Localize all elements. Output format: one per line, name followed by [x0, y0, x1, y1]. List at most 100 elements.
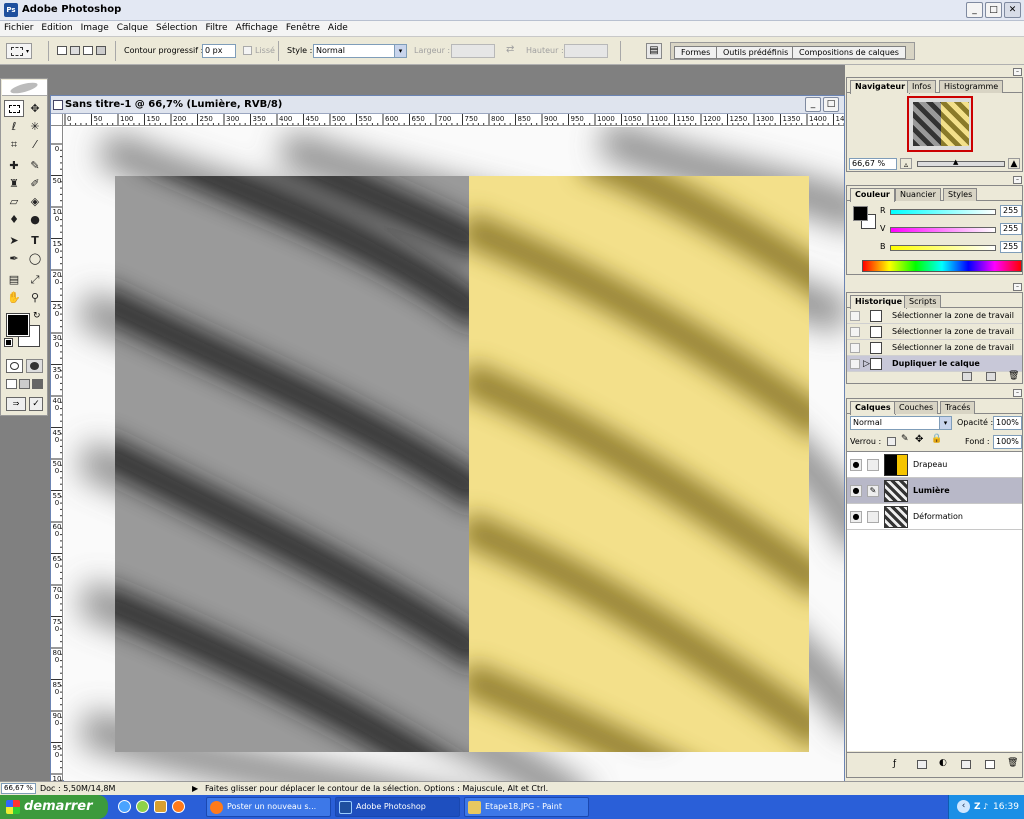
crop-tool-icon[interactable]: ⌗	[4, 136, 24, 153]
menu-fenetre[interactable]: Fenêtre	[282, 21, 324, 35]
tab-couches[interactable]: Couches	[894, 401, 939, 414]
path-selection-tool-icon[interactable]: ➤	[4, 232, 24, 249]
menu-fichier[interactable]: Fichier	[0, 21, 37, 35]
height-input[interactable]	[564, 44, 608, 58]
channel-b-slider[interactable]	[890, 245, 996, 251]
move-tool-icon[interactable]: ✥	[25, 100, 45, 117]
image-canvas[interactable]	[64, 127, 844, 782]
feather-input[interactable]: 0 px	[202, 44, 236, 58]
menu-image[interactable]: Image	[77, 21, 113, 35]
paint-bucket-tool-icon[interactable]: ◈	[25, 193, 45, 210]
palette-tab-formes[interactable]: Formes	[674, 46, 718, 59]
trash-icon[interactable]: 🗑	[1008, 371, 1019, 381]
healing-brush-tool-icon[interactable]: ✚	[4, 157, 24, 174]
channel-r-slider[interactable]	[890, 209, 996, 215]
panel-collapse-icon[interactable]: –	[1013, 283, 1022, 291]
dodge-tool-icon[interactable]: ●	[25, 211, 45, 228]
swap-colors-icon[interactable]: ↻	[33, 311, 41, 321]
channel-v-input[interactable]: 255	[1000, 223, 1022, 235]
start-button[interactable]: demarrer	[0, 795, 108, 819]
clone-stamp-tool-icon[interactable]: ♜	[4, 175, 24, 192]
clock[interactable]: 16:39	[993, 795, 1019, 819]
lock-all-icon[interactable]: 🔒	[931, 434, 942, 444]
panel-collapse-icon[interactable]: –	[1013, 176, 1022, 184]
tab-scripts[interactable]: Scripts	[904, 295, 942, 308]
full-screen-menu-mode-icon[interactable]	[19, 379, 30, 389]
history-source-checkbox[interactable]	[850, 359, 860, 369]
blend-mode-select[interactable]: Normal ▾	[850, 416, 952, 430]
jump-to-imageready-icon[interactable]: ⇒	[6, 397, 26, 411]
navigator-zoom-slider[interactable]	[917, 161, 1005, 167]
rectangular-marquee-tool-icon[interactable]	[4, 100, 24, 117]
vertical-ruler[interactable]: 0 50 100 150 200 250 300 350 400 450 500 550 600 650 7…	[51, 126, 63, 782]
minimize-button[interactable]: _	[966, 2, 983, 18]
navigator-thumbnail[interactable]	[907, 96, 973, 152]
palette-tab-outils[interactable]: Outils prédéfinis	[716, 46, 796, 59]
channel-r-input[interactable]: 255	[1000, 205, 1022, 217]
standard-mode-icon[interactable]	[6, 359, 23, 373]
navigator-zoom-input[interactable]: 66,67 %	[849, 158, 897, 170]
input-language-icon[interactable]: Z	[974, 795, 981, 819]
style-select[interactable]: Normal ▾	[313, 44, 407, 58]
tab-histogramme[interactable]: Histogramme	[939, 80, 1004, 93]
horizontal-ruler[interactable]: 0 50 100 150 200 250 300 350 400 450 500 550 600 650 7…	[63, 114, 844, 126]
lasso-tool-icon[interactable]: ℓ	[4, 118, 24, 135]
history-item[interactable]: Sélectionner la zone de travail	[847, 308, 1022, 324]
messenger-icon[interactable]	[154, 800, 167, 813]
menu-filtre[interactable]: Filtre	[202, 21, 232, 35]
doc-maximize-button[interactable]: □	[823, 97, 839, 112]
tab-couleur[interactable]: Couleur	[850, 188, 895, 202]
layer-row-lumiere[interactable]: ● ✎ Lumière	[847, 478, 1022, 504]
layer-link-icon[interactable]	[867, 459, 879, 471]
tool-preset-picker[interactable]: ▾	[6, 43, 32, 59]
close-button[interactable]: ✕	[1004, 2, 1021, 18]
zoom-in-icon[interactable]: ▲	[1008, 158, 1020, 169]
tab-styles[interactable]: Styles	[943, 188, 978, 201]
paintbrush-icon[interactable]: ✎	[867, 485, 879, 497]
maximize-button[interactable]: □	[985, 2, 1002, 18]
antialias-checkbox[interactable]	[243, 46, 252, 55]
doc-minimize-button[interactable]: _	[805, 97, 821, 112]
zoom-slider-thumb-icon[interactable]: ▲	[953, 158, 958, 166]
lock-pixels-icon[interactable]: ✎	[901, 434, 909, 444]
eye-icon[interactable]: ●	[850, 459, 862, 471]
zoom-out-icon[interactable]: ▵	[900, 158, 912, 169]
media-player-icon[interactable]	[136, 800, 149, 813]
adjustment-layer-icon[interactable]: ◐	[939, 758, 947, 768]
ruler-origin[interactable]	[51, 114, 63, 126]
pen-tool-icon[interactable]: ✒	[4, 250, 24, 267]
new-selection-icon[interactable]	[57, 46, 67, 55]
zoom-tool-icon[interactable]: ⚲	[25, 289, 45, 306]
standard-screen-mode-icon[interactable]	[6, 379, 17, 389]
history-item-active[interactable]: ▷ Dupliquer le calque	[847, 356, 1022, 372]
menu-selection[interactable]: Sélection	[152, 21, 201, 35]
swap-dimensions-icon[interactable]: ⇄	[506, 43, 514, 57]
subtract-selection-icon[interactable]	[83, 46, 93, 55]
default-colors-icon[interactable]	[4, 338, 13, 347]
new-snapshot-icon[interactable]	[986, 372, 996, 381]
intersect-selection-icon[interactable]	[96, 46, 106, 55]
panel-collapse-icon[interactable]: –	[1013, 389, 1022, 397]
tab-nuancier[interactable]: Nuancier	[895, 188, 941, 201]
channel-v-slider[interactable]	[890, 227, 996, 233]
add-selection-icon[interactable]	[70, 46, 80, 55]
history-source-checkbox[interactable]	[850, 343, 860, 353]
history-source-checkbox[interactable]	[850, 311, 860, 321]
eye-icon[interactable]: ●	[850, 485, 862, 497]
fill-input[interactable]: 100%	[993, 435, 1022, 449]
task-firefox[interactable]: Poster un nouveau s...	[206, 797, 331, 817]
menu-affichage[interactable]: Affichage	[232, 21, 282, 35]
eyedropper-tool-icon[interactable]: ⤢	[25, 271, 45, 288]
tray-expand-icon[interactable]: ‹	[957, 800, 970, 813]
menu-edition[interactable]: Edition	[37, 21, 76, 35]
new-group-icon[interactable]	[961, 760, 971, 769]
status-zoom-input[interactable]: 66,67 %	[1, 783, 36, 794]
hand-tool-icon[interactable]: ✋	[4, 289, 24, 306]
status-doc-info[interactable]: Doc : 5,50M/14,8M	[40, 783, 115, 794]
history-brush-tool-icon[interactable]: ✐	[25, 175, 45, 192]
lock-transparency-icon[interactable]	[887, 437, 896, 446]
opacity-input[interactable]: 100%	[993, 416, 1022, 430]
history-state-slider-icon[interactable]: ▷	[863, 359, 870, 369]
lock-position-icon[interactable]: ✥	[915, 434, 923, 445]
adobe-feather-logo-icon[interactable]	[2, 80, 47, 96]
